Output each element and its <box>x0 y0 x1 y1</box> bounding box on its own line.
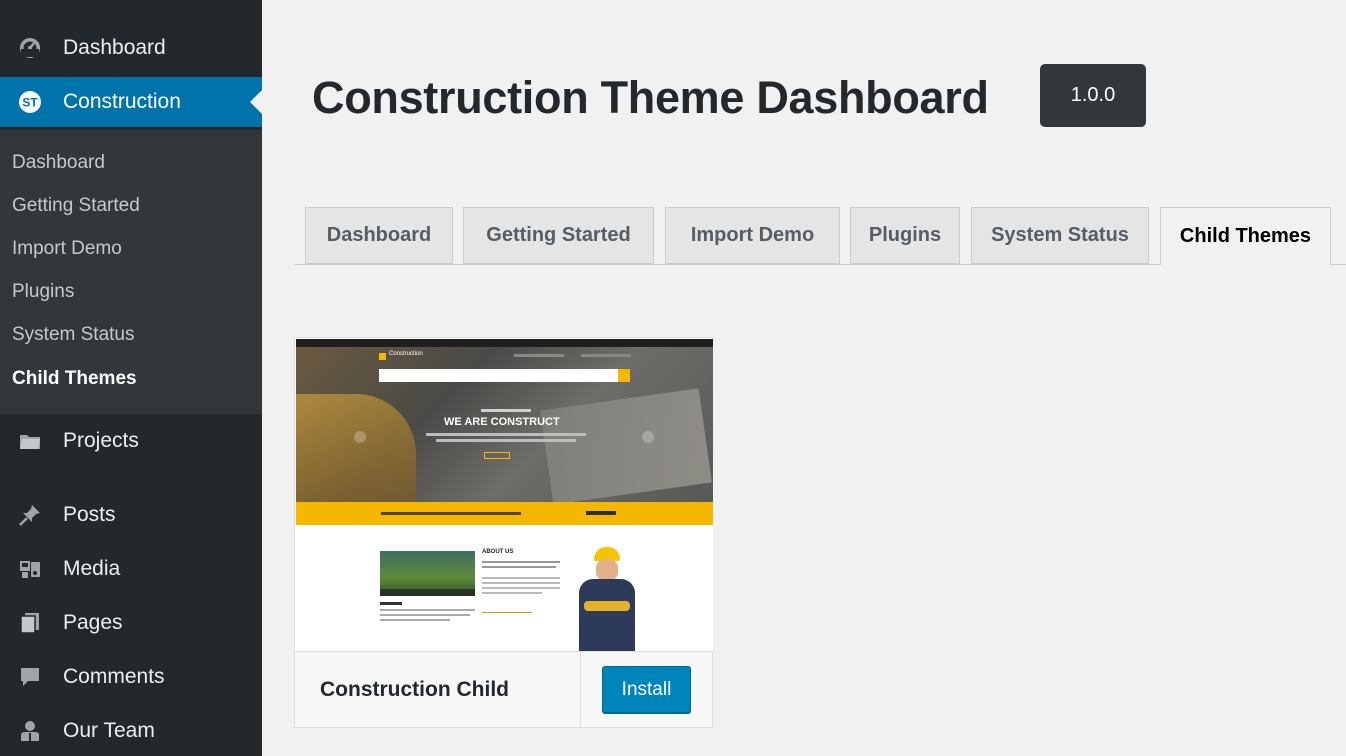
version-badge: 1.0.0 <box>1040 64 1146 127</box>
comment-icon <box>18 665 42 689</box>
pages-icon <box>18 611 42 635</box>
construction-submenu: Dashboard Getting Started Import Demo Pl… <box>0 130 262 414</box>
team-icon <box>18 719 42 743</box>
menu-label: Pages <box>63 611 123 634</box>
preview-prev-arrow <box>354 431 366 443</box>
tab-plugins[interactable]: Plugins <box>850 207 960 264</box>
submenu-item-plugins[interactable]: Plugins <box>12 281 74 303</box>
preview-brand: Construction <box>389 351 423 357</box>
preview-about-subhead <box>380 602 402 605</box>
menu-item-pages[interactable]: Pages <box>0 598 262 648</box>
preview-about-line-b <box>380 614 470 616</box>
tab-dashboard[interactable]: Dashboard <box>305 207 453 264</box>
menu-item-comments[interactable]: Comments <box>0 652 262 702</box>
preview-worker-body <box>579 579 635 651</box>
menu-label: Comments <box>63 665 165 688</box>
preview-contact-2 <box>581 354 631 357</box>
preview-worker-face <box>596 559 618 581</box>
preview-about-line-5 <box>482 587 560 589</box>
menu-label: Media <box>63 557 121 580</box>
submenu-item-getting-started[interactable]: Getting Started <box>12 195 140 217</box>
menu-label: Projects <box>63 429 139 452</box>
submenu-item-dashboard[interactable]: Dashboard <box>12 152 105 174</box>
tab-child-themes[interactable]: Child Themes <box>1160 207 1331 265</box>
tab-import-demo[interactable]: Import Demo <box>665 207 840 264</box>
preview-about-line-1 <box>482 561 560 563</box>
menu-item-dashboard[interactable]: Dashboard <box>0 23 262 73</box>
menu-item-posts[interactable]: Posts <box>0 490 262 540</box>
preview-hero-hand <box>296 394 416 502</box>
menu-item-construction[interactable]: ST Construction <box>0 77 262 127</box>
preview-cta-text <box>381 512 521 515</box>
pin-icon <box>18 503 42 527</box>
preview-about-line-2 <box>482 566 556 568</box>
preview-nav-search <box>618 369 630 382</box>
preview-about-line-3 <box>482 577 560 579</box>
page-title: Construction Theme Dashboard <box>312 72 989 123</box>
submenu-item-import-demo[interactable]: Import Demo <box>12 238 122 260</box>
preview-navbar <box>379 369 619 382</box>
preview-hero-title: WE ARE CONSTRUCT <box>444 416 560 428</box>
theme-screenshot[interactable]: Construction WE ARE CONSTRUCT ABOUT US <box>296 339 713 651</box>
submenu-item-child-themes[interactable]: Child Themes <box>12 368 137 390</box>
menu-item-projects[interactable]: Projects <box>0 416 262 466</box>
admin-sidebar: Dashboard ST Construction Dashboard Gett… <box>0 0 262 756</box>
preview-logo-icon <box>379 353 386 360</box>
preview-about-line-a <box>380 609 475 611</box>
construction-logo-icon: ST <box>18 90 42 114</box>
theme-card-footer: Construction Child Install <box>295 651 712 727</box>
tab-getting-started[interactable]: Getting Started <box>463 207 654 264</box>
preview-about-line-4 <box>482 582 560 584</box>
preview-hero-kicker <box>481 409 531 412</box>
menu-label: Construction <box>63 90 181 113</box>
folder-icon <box>18 429 42 453</box>
dashboard-icon <box>18 36 42 60</box>
menu-item-our-team[interactable]: Our Team <box>0 706 262 756</box>
install-button[interactable]: Install <box>602 666 691 713</box>
preview-worker-gloves <box>584 601 630 611</box>
preview-contact-1 <box>514 354 564 357</box>
menu-label: Dashboard <box>63 36 166 59</box>
preview-about-title: ABOUT US <box>482 549 514 555</box>
preview-signature <box>482 609 532 613</box>
preview-cta-link <box>586 511 616 515</box>
menu-label: Posts <box>63 503 116 526</box>
preview-next-arrow <box>642 431 654 443</box>
theme-card: Construction WE ARE CONSTRUCT ABOUT US C… <box>294 337 713 728</box>
preview-hero-button <box>484 452 510 459</box>
preview-video-bar <box>380 589 475 596</box>
preview-hero-line-2 <box>436 439 576 442</box>
construction-logo-text: ST <box>22 96 38 110</box>
submenu-item-system-status[interactable]: System Status <box>12 324 135 346</box>
preview-about-line-6 <box>482 592 542 594</box>
media-icon <box>18 557 42 581</box>
menu-label: Our Team <box>63 719 155 742</box>
menu-item-media[interactable]: Media <box>0 544 262 594</box>
preview-about-line-c <box>380 619 450 621</box>
tab-system-status[interactable]: System Status <box>971 207 1149 264</box>
footer-divider <box>580 652 581 727</box>
theme-name: Construction Child <box>320 678 509 701</box>
preview-topbar <box>296 339 713 347</box>
preview-hero-line-1 <box>426 433 586 436</box>
